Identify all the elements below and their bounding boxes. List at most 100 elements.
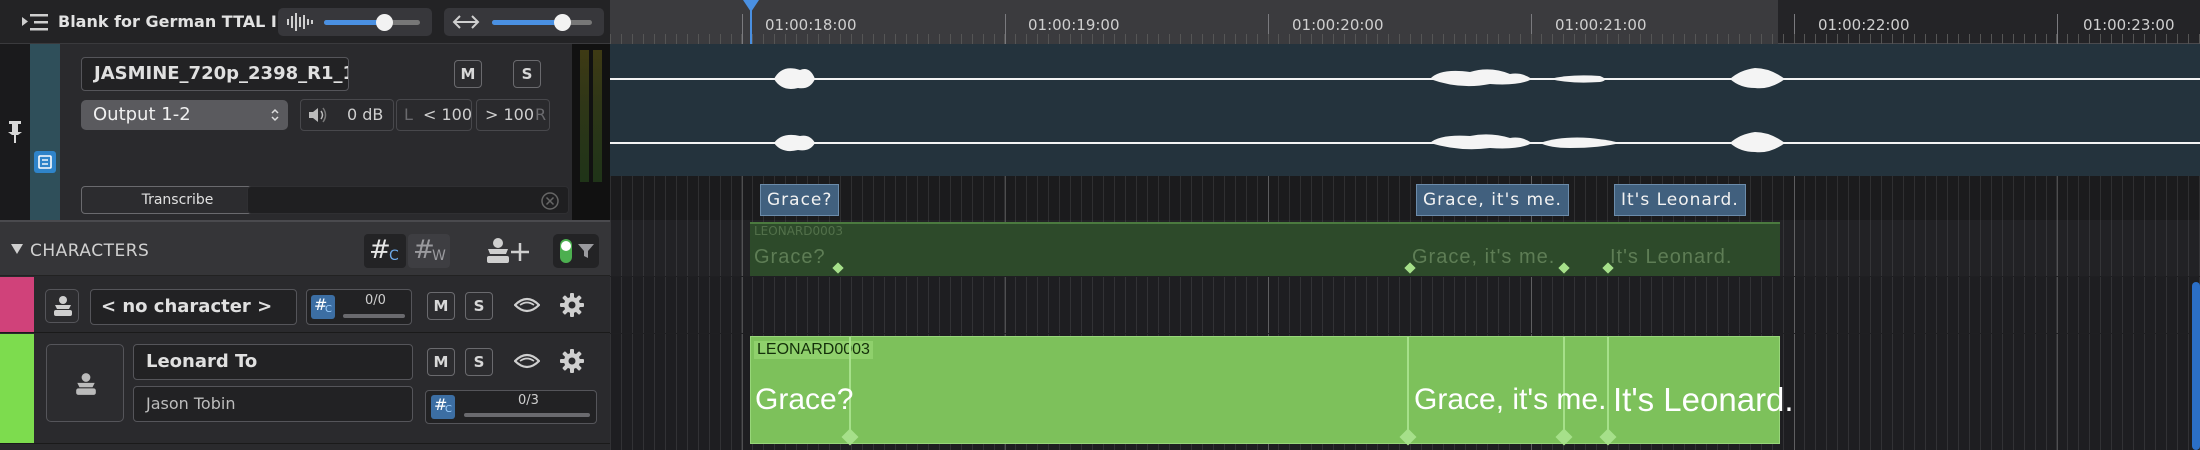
zoom-control <box>444 8 604 36</box>
timeline[interactable]: 01:00:18:00 01:00:19:00 01:00:20:00 01:0… <box>610 0 2200 450</box>
ruler-minor-tick <box>1147 34 1148 44</box>
grid-line <box>2002 334 2003 450</box>
vertical-scrollbar[interactable] <box>2192 282 2200 450</box>
character-filter-toggle[interactable] <box>553 234 599 268</box>
cue-marker[interactable] <box>1599 428 1617 446</box>
character-avatar-button[interactable] <box>45 289 79 323</box>
grid-line <box>1607 277 1608 333</box>
character-solo-button[interactable]: S <box>465 292 493 320</box>
grid-line <box>1837 220 1838 276</box>
settings-gear-icon[interactable] <box>560 293 584 317</box>
clip-line[interactable]: Grace, it's me. <box>1414 383 1606 417</box>
ruler-minor-tick <box>1563 34 1564 44</box>
volume-slider-knob[interactable] <box>375 14 393 31</box>
character-row-none[interactable]: < no character > # C 0/0 M S <box>0 277 610 333</box>
cue-marker[interactable] <box>832 262 844 274</box>
ruler-minor-tick <box>1388 34 1389 44</box>
add-character-icon[interactable] <box>482 236 532 266</box>
cue-marker[interactable] <box>1399 428 1417 446</box>
grid-line <box>906 277 907 333</box>
ruler-minor-tick <box>1706 34 1707 44</box>
transcribe-button[interactable]: Transcribe <box>81 186 274 214</box>
transcript-search-field[interactable] <box>247 186 569 214</box>
grid-line-major <box>1531 277 1532 333</box>
cue-marker[interactable] <box>1558 262 1570 274</box>
timecode-ruler[interactable]: 01:00:18:00 01:00:19:00 01:00:20:00 01:0… <box>610 0 2200 44</box>
grid-line <box>1958 220 1959 276</box>
transcript-segment[interactable]: Grace, it's me. <box>1416 184 1569 216</box>
collapse-triangle-icon[interactable] <box>10 243 24 255</box>
grid-line <box>1991 220 1992 276</box>
character-row-leonard[interactable]: Leonard To Jason Tobin M S # C 0/3 <box>0 334 610 444</box>
ruler-minor-tick <box>796 34 797 44</box>
ruler-minor-tick <box>1914 34 1915 44</box>
output-select[interactable]: Output 1-2 <box>81 100 288 130</box>
track-mute-button[interactable]: M <box>454 60 482 88</box>
actor-name-field[interactable]: Jason Tobin <box>133 386 413 422</box>
toggle-switch-icon <box>560 239 572 263</box>
count-words-toggle[interactable]: # W <box>408 234 450 268</box>
ruler-minor-tick <box>1574 34 1575 44</box>
grid-line <box>1859 176 1860 220</box>
volume-control <box>278 8 432 36</box>
visibility-eye-icon[interactable] <box>514 296 540 314</box>
grid-line <box>1180 176 1181 220</box>
track-volume-control[interactable]: 0 dB <box>300 99 394 131</box>
menu-list-icon[interactable] <box>22 12 50 32</box>
ruler-minor-tick <box>654 34 655 44</box>
cue-marker[interactable] <box>841 428 859 446</box>
pan-left-control[interactable]: L < 100 <box>396 99 472 131</box>
grid-line <box>950 176 951 220</box>
grid-line <box>807 277 808 333</box>
grid-line <box>1037 277 1038 333</box>
grid-line <box>1640 277 1641 333</box>
cue-marker[interactable] <box>1555 428 1573 446</box>
grid-line <box>1596 277 1597 333</box>
grid-line-major <box>1794 220 1795 276</box>
grid-line <box>2067 277 2068 333</box>
visibility-eye-icon[interactable] <box>514 352 540 370</box>
ruler-minor-tick <box>1859 34 1860 44</box>
clip-line[interactable]: It's Leonard. <box>1613 381 1794 419</box>
character-name-field[interactable]: Leonard To <box>133 344 413 380</box>
grid-line <box>1289 176 1290 220</box>
zoom-slider-knob[interactable] <box>554 14 571 31</box>
grid-line <box>1322 277 1323 333</box>
ruler-minor-tick <box>1432 34 1433 44</box>
transcript-segment[interactable]: It's Leonard. <box>1614 184 1746 216</box>
grid-line-major <box>1268 176 1269 220</box>
grid-line <box>2111 176 2112 220</box>
character-mute-button[interactable]: M <box>427 292 455 320</box>
ruler-minor-tick <box>1333 34 1334 44</box>
count-characters-toggle[interactable]: # C <box>364 234 406 268</box>
character-progress: 0/3 <box>518 393 539 408</box>
grid-line <box>1366 176 1367 220</box>
pin-icon[interactable] <box>7 120 23 144</box>
transcript-segment[interactable]: Grace? <box>760 184 840 216</box>
grid-line <box>1169 277 1170 333</box>
clip-line[interactable]: Grace? <box>755 383 853 417</box>
character-clip[interactable]: LEONARD0003 Grace? Grace, it's me. It's … <box>750 336 1794 446</box>
pan-right-control[interactable]: > 100 R <box>476 99 550 131</box>
character-mute-button[interactable]: M <box>427 348 455 376</box>
ruler-minor-tick <box>676 34 677 44</box>
ruler-minor-tick <box>1213 34 1214 44</box>
grid-line <box>2155 334 2156 450</box>
ruler-minor-tick <box>1300 34 1301 44</box>
settings-gear-icon[interactable] <box>560 349 584 373</box>
grid-line <box>1903 277 1904 333</box>
character-name-field[interactable]: < no character > <box>90 289 297 325</box>
grid-line <box>1552 277 1553 333</box>
character-solo-button[interactable]: S <box>465 348 493 376</box>
character-avatar-button[interactable] <box>46 344 124 422</box>
grid-line <box>851 277 852 333</box>
clear-circle-icon[interactable] <box>540 191 560 211</box>
grid-line <box>687 334 688 450</box>
script-icon[interactable] <box>33 150 57 174</box>
level-meter-left <box>580 50 589 182</box>
clip-name-field[interactable]: JASMINE_720p_2398_R1_1&2_ProRe... <box>81 57 349 91</box>
track-solo-button[interactable]: S <box>513 60 541 88</box>
grid-line <box>720 176 721 220</box>
ruler-minor-tick <box>1487 34 1488 44</box>
count-c-sub: C <box>389 248 399 264</box>
